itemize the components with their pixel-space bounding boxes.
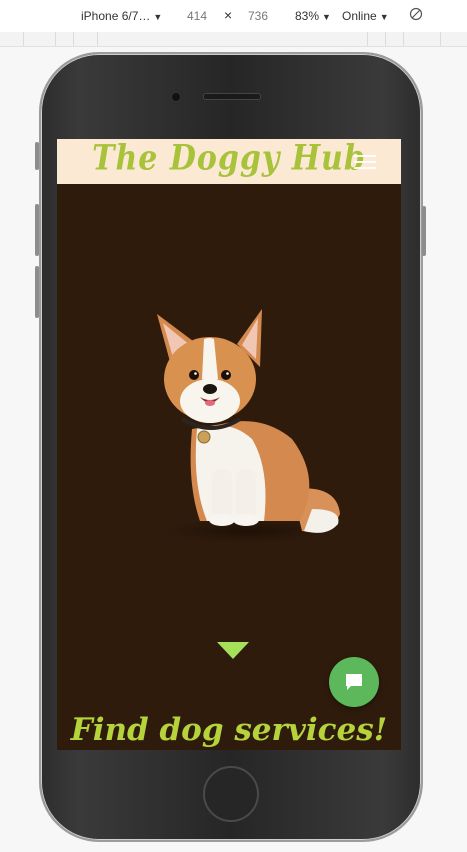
- site-header: The Doggy Hub: [57, 139, 401, 184]
- chat-button[interactable]: [329, 657, 379, 707]
- media-query-ruler: [0, 32, 467, 47]
- network-label: Online: [342, 9, 377, 23]
- device-label: iPhone 6/7…: [81, 9, 151, 23]
- rotate-icon[interactable]: [409, 7, 423, 21]
- triangle-down-icon[interactable]: [217, 642, 249, 659]
- chevron-down-icon: ▼: [322, 12, 331, 22]
- zoom-label: 83%: [295, 9, 320, 23]
- volume-down-button: [35, 266, 39, 318]
- width-field[interactable]: 414: [187, 9, 207, 23]
- phone-screen: The Doggy Hub Find dog services!: [57, 139, 401, 750]
- devtools-toolbar: iPhone 6/7… ▼ 414 × 736 83% ▼ Online ▼: [0, 0, 467, 33]
- front-camera: [171, 92, 181, 102]
- power-button: [422, 206, 426, 256]
- chevron-down-icon: ▼: [153, 12, 163, 22]
- dimension-separator: ×: [224, 7, 233, 23]
- mute-switch: [35, 142, 39, 170]
- services-headline: Find dog services!: [70, 712, 388, 748]
- device-selector[interactable]: iPhone 6/7… ▼: [81, 9, 162, 23]
- hamburger-menu-icon[interactable]: [354, 155, 376, 171]
- corgi-image: [157, 309, 340, 543]
- volume-up-button: [35, 204, 39, 256]
- home-button[interactable]: [203, 766, 259, 822]
- chevron-down-icon: ▼: [379, 12, 389, 22]
- height-field[interactable]: 736: [248, 9, 268, 23]
- zoom-selector[interactable]: 83% ▼: [295, 9, 331, 23]
- network-selector[interactable]: Online ▼: [342, 9, 389, 23]
- site-logo[interactable]: The Doggy Hub: [57, 139, 401, 179]
- chat-bubble-icon: [346, 674, 362, 690]
- earpiece-speaker: [203, 93, 261, 100]
